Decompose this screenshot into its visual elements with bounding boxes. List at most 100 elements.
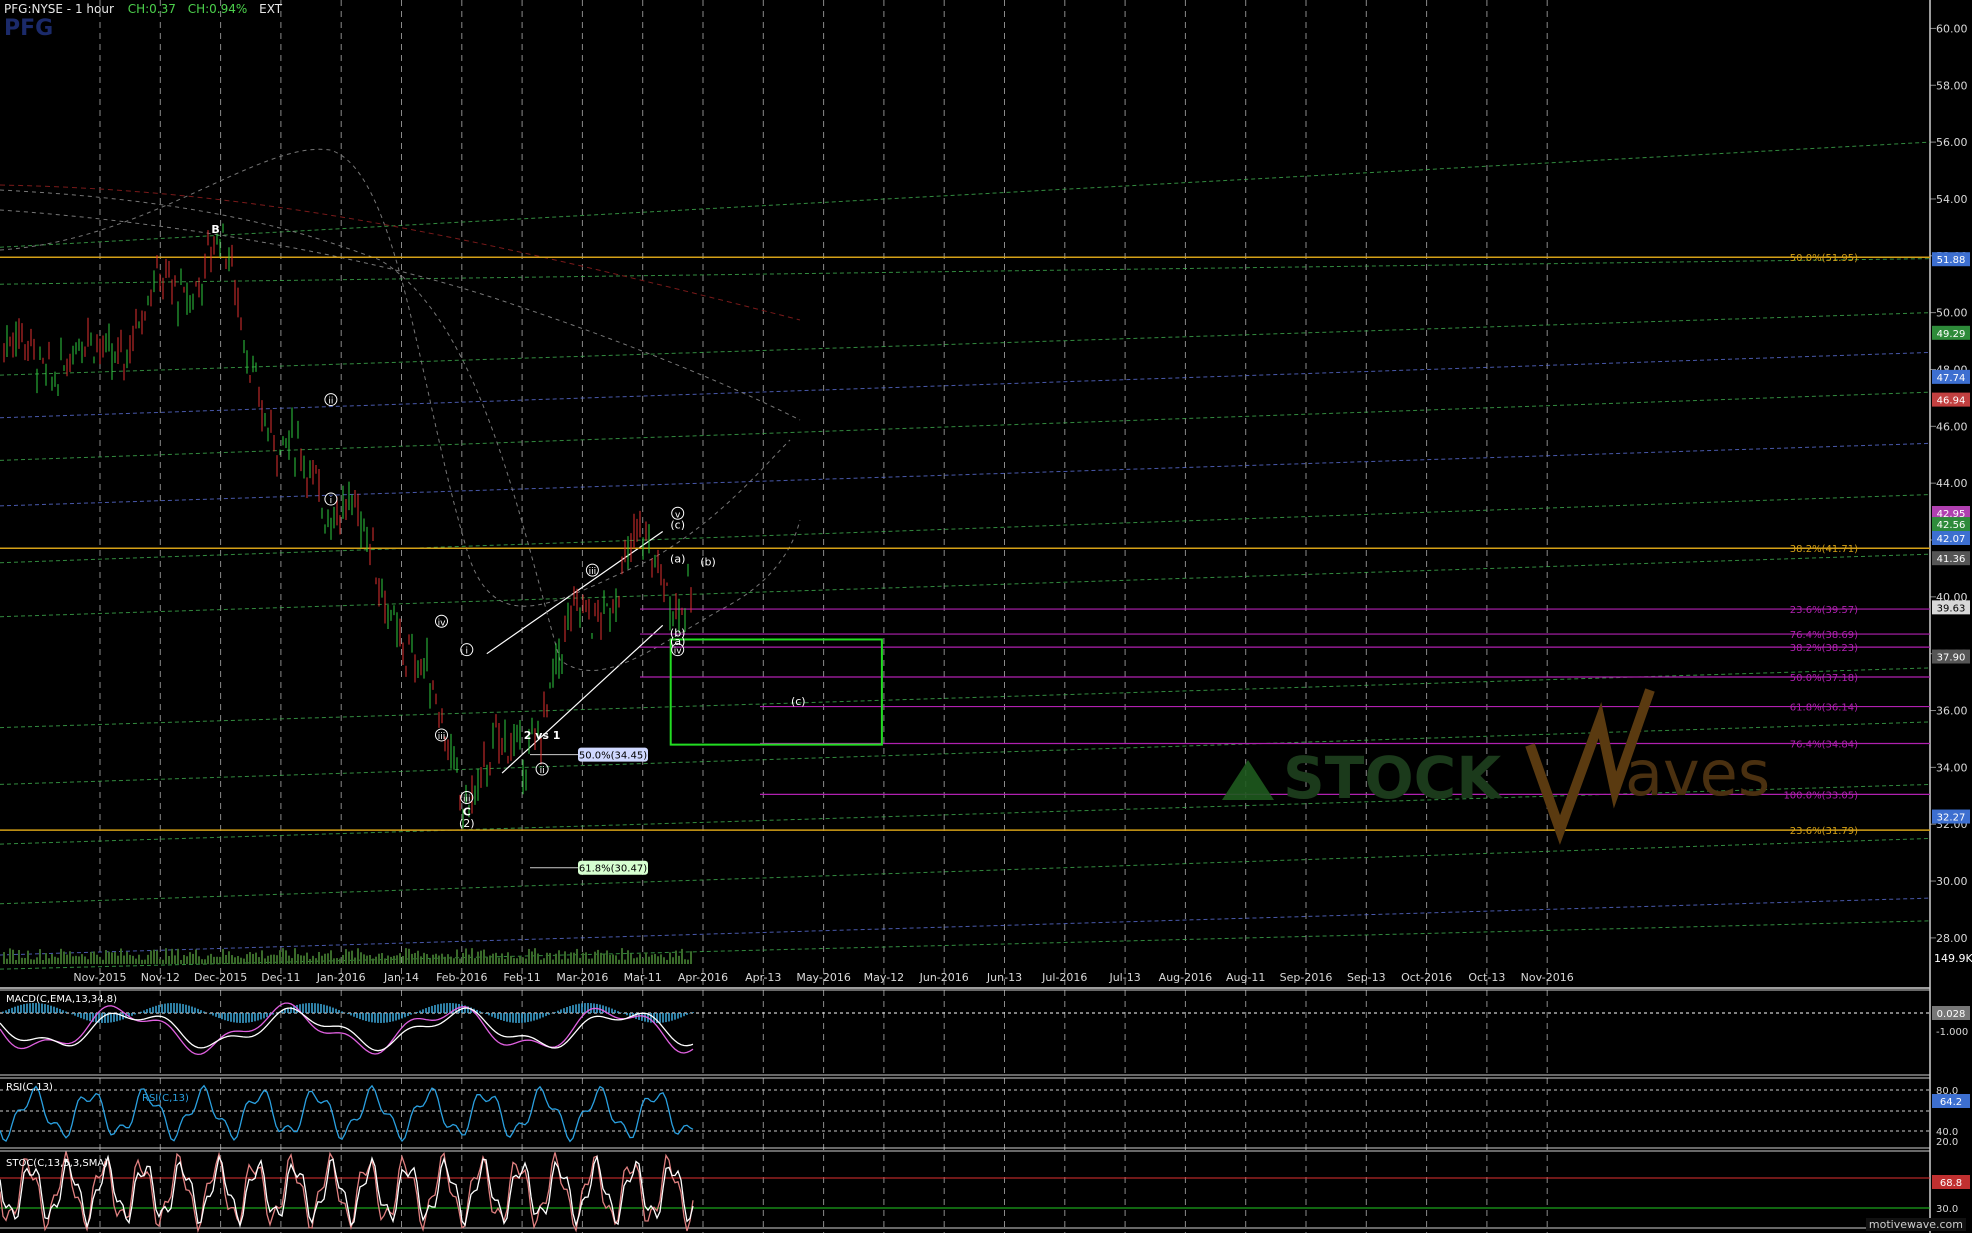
- macd-title: MACD(C,EMA,13,34,8): [6, 994, 117, 1005]
- trend-lines: [0, 141, 1931, 970]
- x-axis: Nov-2015 Nov-12 Dec-2015 Dec-11 Jan-2016 Jan-…: [73, 971, 1573, 984]
- chart-canvas: 50.0%(51.95) 38.2%(41.71) 23.6%(39.57) 76.4…: [0, 0, 1972, 1233]
- x-tick-label: Dec-11: [261, 971, 300, 984]
- wave-labels: BiiiiviiiiiiC(2)iii2 vs 1iiiiv(a)(b)(c)v…: [211, 223, 805, 830]
- x-tick-label: Jun-13: [986, 971, 1022, 984]
- fib-label: 38.2%(41.71): [1790, 544, 1858, 555]
- wave-label: iii: [589, 567, 597, 577]
- price-badge-label: 47.74: [1937, 373, 1966, 384]
- rsi-tick-label: 80.0: [1936, 1086, 1958, 1097]
- fib-label: 23.6%(31.79): [1790, 826, 1858, 837]
- x-tick-label: Sep-13: [1347, 971, 1386, 984]
- fib-label: 50.0%(37.18): [1790, 673, 1858, 684]
- ma-line: [0, 184, 801, 321]
- price-badge-label: 42.07: [1937, 534, 1966, 545]
- y-tick-label: 44.00: [1936, 477, 1968, 490]
- y-tick-label: 46.00: [1936, 420, 1968, 433]
- fib-label: 38.2%(38.23): [1790, 643, 1858, 654]
- y-tick-label: 30.00: [1936, 875, 1968, 888]
- x-tick-label: Jul-2016: [1041, 971, 1087, 984]
- wave-label: ii: [328, 397, 333, 407]
- channel-line: [0, 312, 1931, 376]
- x-tick-label: Jan-14: [383, 971, 419, 984]
- channel-line: [0, 494, 1931, 564]
- x-tick-label: Oct-13: [1468, 971, 1505, 984]
- callout-label: 61.8%(30.47): [579, 864, 647, 875]
- band-curve: [0, 189, 801, 671]
- macd-tick-label: -1.000: [1936, 1027, 1968, 1038]
- price-badge-label: 49.29: [1937, 329, 1966, 340]
- price-badge-label: 41.36: [1937, 554, 1966, 565]
- fib-label: 61.8%(36.14): [1790, 703, 1858, 714]
- price-series: [3, 223, 692, 964]
- macd-signal-line: [0, 1007, 694, 1052]
- symbol-title: PFG:NYSE - 1 hour: [4, 2, 114, 16]
- ticker-watermark: PFG: [4, 16, 54, 41]
- channel-line: [0, 351, 1931, 419]
- wave-label: (c): [791, 695, 806, 708]
- rsi-line: [0, 1084, 694, 1143]
- x-tick-label: Feb-2016: [436, 971, 487, 984]
- fib-label: 76.4%(34.84): [1790, 739, 1858, 750]
- x-tick-label: Nov-2016: [1521, 971, 1574, 984]
- wave-label: 2 vs 1: [524, 729, 561, 742]
- y-tick-label: 54.00: [1936, 193, 1968, 206]
- session-flag: EXT: [259, 2, 283, 16]
- x-tick-label: May-2016: [796, 971, 851, 984]
- fib-label: 100.0%(33.05): [1783, 790, 1858, 801]
- x-tick-label: Oct-2016: [1401, 971, 1452, 984]
- band-curve: [0, 209, 801, 421]
- x-tick-label: Dec-2015: [194, 971, 247, 984]
- x-tick-label: Jul-13: [1108, 971, 1140, 984]
- x-tick-label: May-12: [864, 971, 905, 984]
- price-badge-label: 51.88: [1937, 255, 1966, 266]
- band-curve: [0, 148, 791, 607]
- fib-label: 23.6%(39.57): [1790, 605, 1858, 616]
- stoch-value: 68.8: [1940, 1178, 1962, 1189]
- indicator-series: MACD(C,EMA,13,34,8) 0.028 RSI(C,13) 64.2 STO…: [0, 994, 1970, 1233]
- fib-label: 50.0%(51.95): [1790, 253, 1858, 264]
- x-tick-label: Mar-2016: [556, 971, 608, 984]
- channel-line: [0, 553, 1931, 618]
- change-pct: CH:0.94%: [187, 2, 248, 16]
- target-zone: [669, 638, 883, 746]
- x-tick-label: Feb-11: [503, 971, 540, 984]
- x-tick-label: Aug-11: [1226, 971, 1265, 984]
- price-badge-label: 39.63: [1937, 603, 1966, 614]
- x-tick-label: Sep-2016: [1280, 971, 1333, 984]
- price-badges: 51.8849.2947.7446.9442.9542.5642.0741.36…: [1932, 252, 1970, 824]
- x-tick-label: Apr-13: [745, 971, 781, 984]
- svg-text:STOCK: STOCK: [1283, 744, 1503, 812]
- x-tick-label: Nov-2015: [73, 971, 126, 984]
- channel-line: [0, 897, 1931, 956]
- wave-label: (a): [670, 635, 685, 648]
- wave-label: ii: [540, 766, 545, 776]
- rsi-title: RSI(C,13): [6, 1082, 53, 1093]
- wave-label: iv: [674, 647, 683, 657]
- change-abs: CH:0.37: [127, 2, 176, 16]
- channel-line: [0, 258, 1931, 285]
- rsi-tick-label: 20.0: [1936, 1137, 1958, 1148]
- svg-text:aves: aves: [1625, 737, 1770, 810]
- macd-value: 0.028: [1937, 1009, 1966, 1020]
- wave-label: (2): [459, 817, 475, 830]
- x-tick-label: Nov-12: [141, 971, 180, 984]
- price-badge-label: 46.94: [1937, 396, 1966, 407]
- x-tick-label: Jun-2016: [919, 971, 969, 984]
- wave-label: i: [330, 496, 333, 506]
- wave-label: i: [466, 647, 469, 657]
- rsi-inline-label: RSI(C,13): [142, 1093, 189, 1104]
- target-box: [669, 638, 883, 746]
- x-tick-label: Aug-2016: [1159, 971, 1212, 984]
- fib-label: 76.4%(38.69): [1790, 630, 1858, 641]
- price-badge-label: 32.27: [1937, 813, 1966, 824]
- wave-label: B: [211, 223, 219, 236]
- wedge-upper: [486, 530, 664, 655]
- y-tick-label: 60.00: [1936, 22, 1968, 35]
- wave-label: iii: [463, 794, 471, 804]
- wave-label: (c): [670, 519, 685, 532]
- rsi-value: 64.2: [1940, 1097, 1962, 1108]
- footer-credit: motivewave.com: [1865, 1218, 1966, 1231]
- y-tick-label: 28.00: [1936, 932, 1968, 945]
- y-tick-label: 56.00: [1936, 136, 1968, 149]
